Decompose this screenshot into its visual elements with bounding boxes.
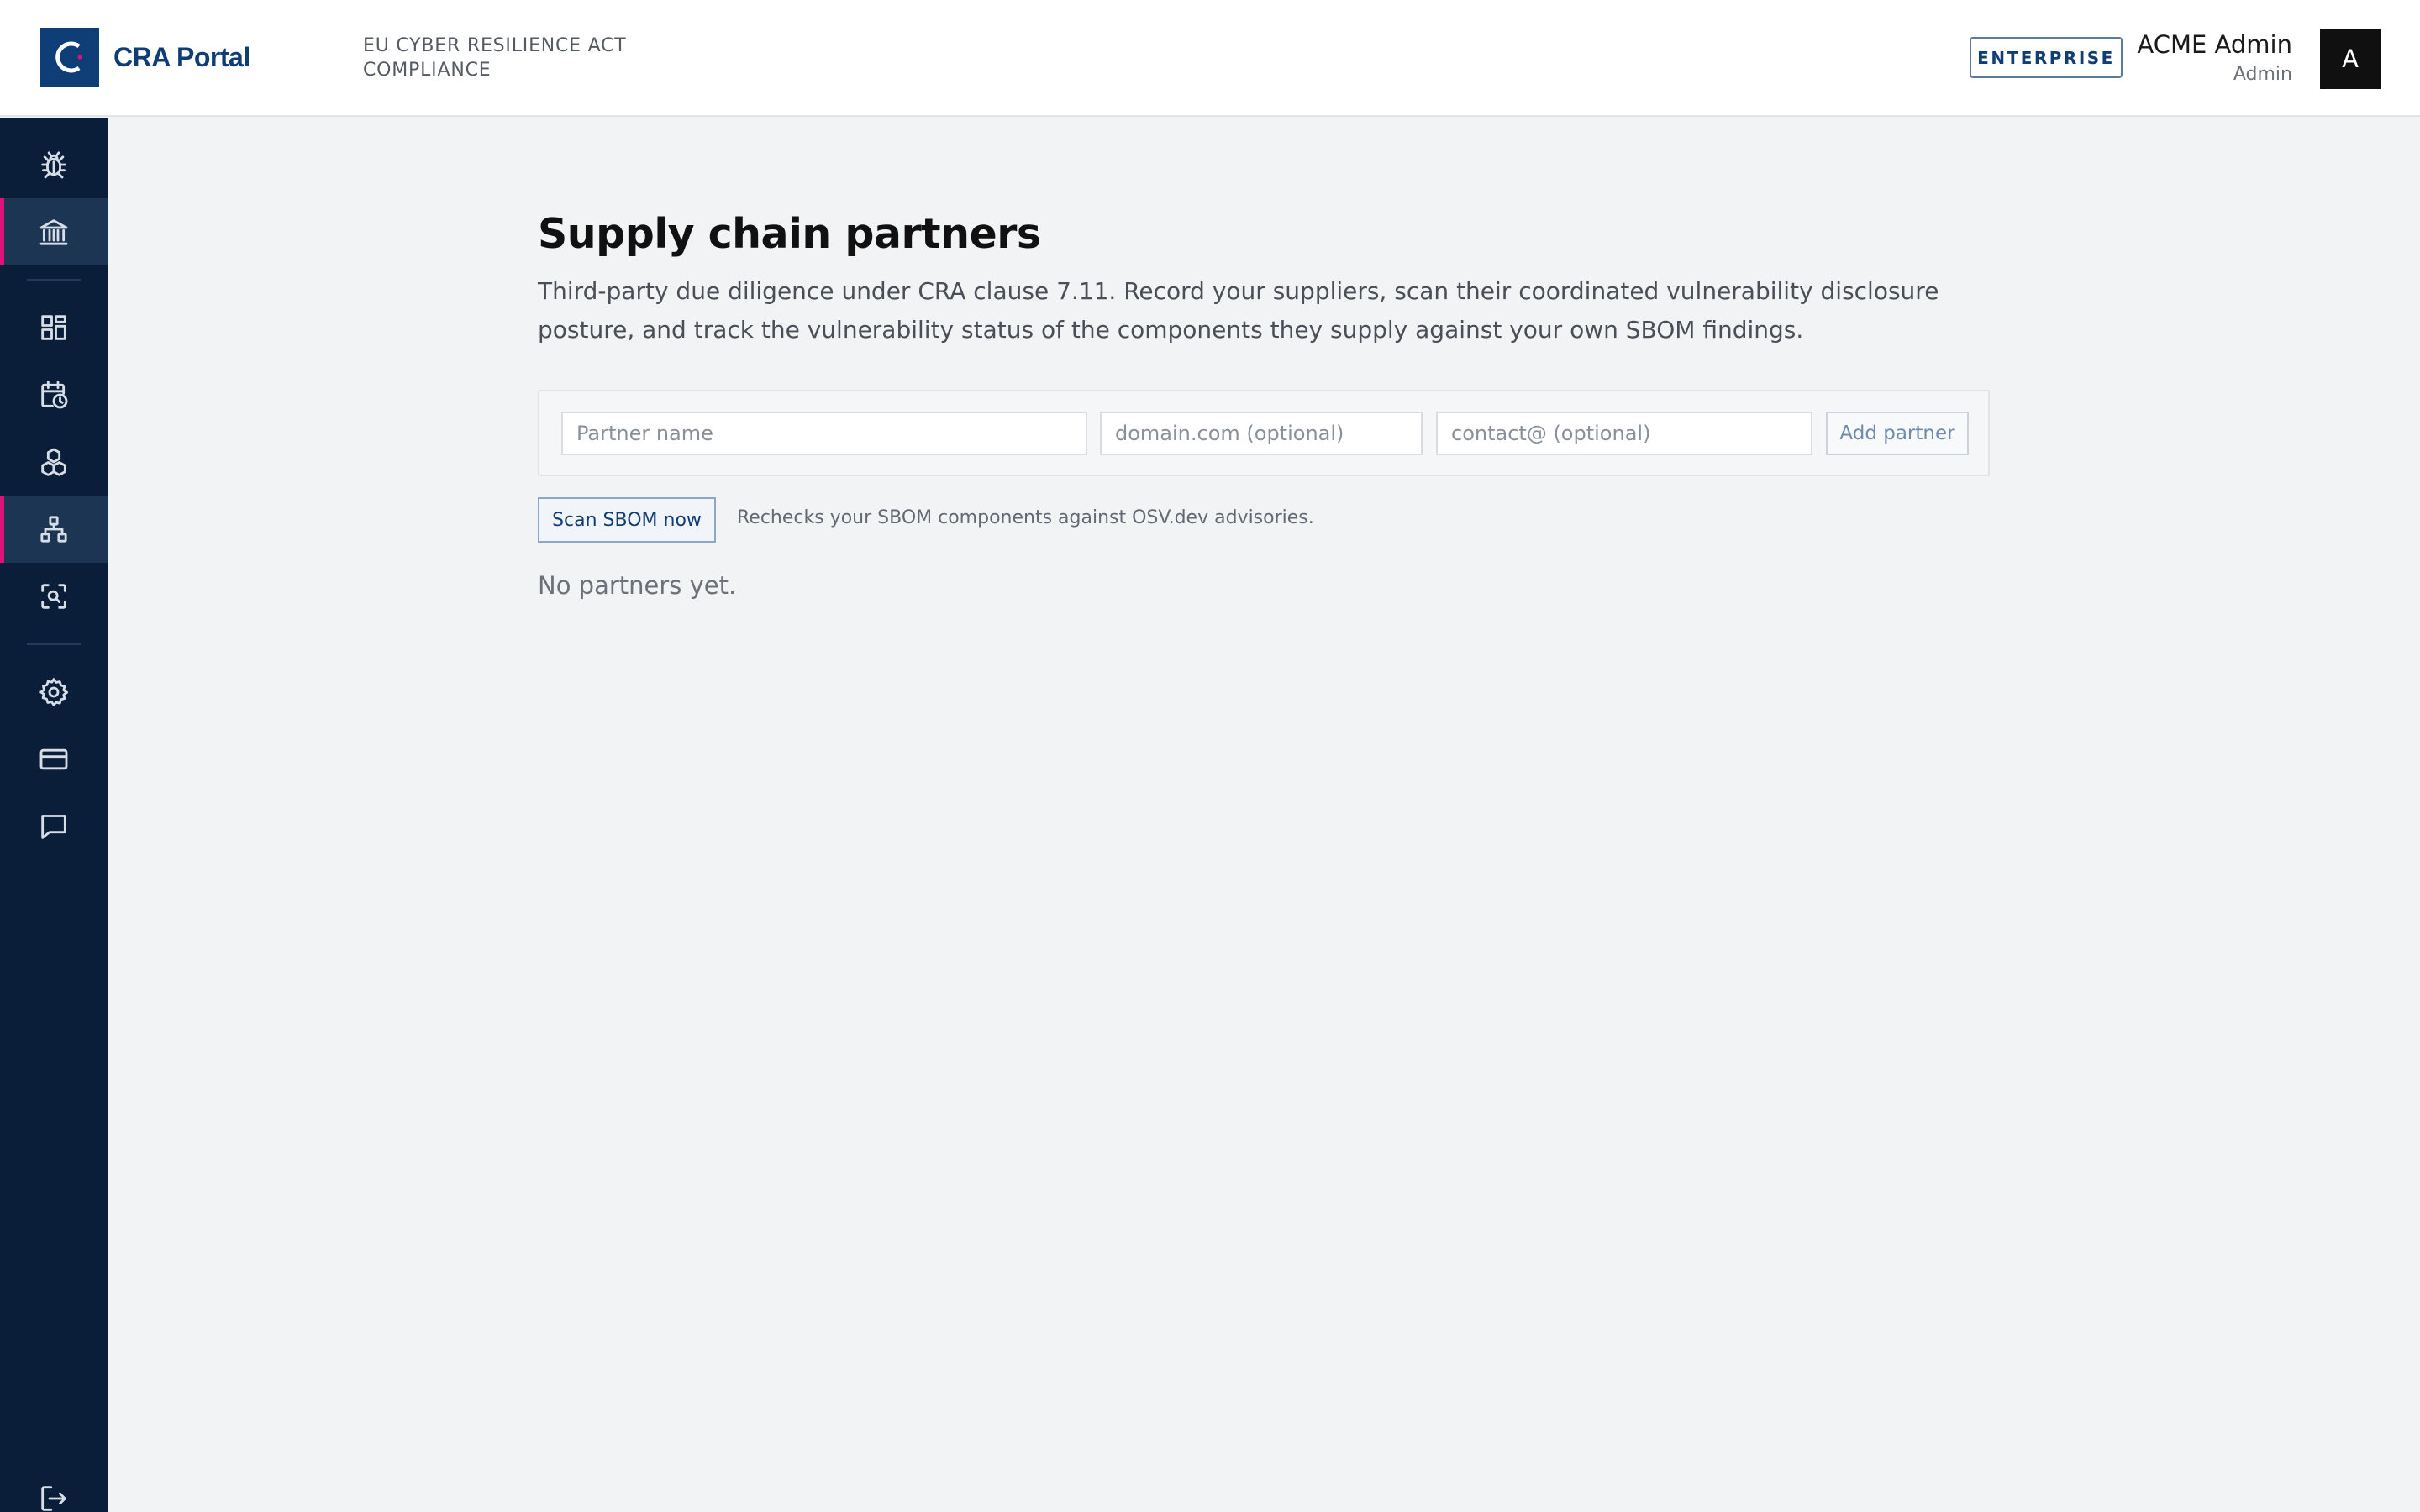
plan-badge: ENTERPRISE xyxy=(1970,37,2123,78)
hierarchy-icon xyxy=(40,516,67,543)
calendar-clock-icon xyxy=(41,381,68,409)
sidebar-item-deadlines[interactable] xyxy=(0,361,108,428)
scan-note: Rechecks your SBOM components against OS… xyxy=(737,507,1314,528)
sidebar xyxy=(0,118,108,1512)
add-partner-button[interactable]: Add partner xyxy=(1826,412,1969,455)
logout-icon xyxy=(41,1486,66,1511)
sidebar-item-dashboard[interactable] xyxy=(0,294,108,361)
page-title: Supply chain partners xyxy=(538,210,1041,258)
chat-icon xyxy=(41,815,66,839)
dashboard-icon xyxy=(41,315,66,340)
top-header: CRA Portal EU CYBER RESILIENCE ACT COMPL… xyxy=(0,0,2420,117)
sidebar-item-products[interactable] xyxy=(0,428,108,496)
scan-search-icon xyxy=(41,584,66,609)
brand-name[interactable]: CRA Portal xyxy=(113,42,250,73)
gear-icon xyxy=(39,678,69,706)
avatar[interactable]: A xyxy=(2320,29,2381,89)
sidebar-item-vulnerabilities[interactable] xyxy=(0,131,108,198)
bank-icon xyxy=(39,219,68,245)
add-partner-form: Add partner xyxy=(538,390,1990,476)
empty-state-message: No partners yet. xyxy=(538,571,737,600)
domain-input[interactable] xyxy=(1100,412,1423,455)
sidebar-item-support[interactable] xyxy=(0,793,108,860)
sidebar-divider xyxy=(27,643,81,645)
contact-input[interactable] xyxy=(1436,412,1812,455)
scan-sbom-button[interactable]: Scan SBOM now xyxy=(538,497,716,543)
user-name[interactable]: ACME Admin xyxy=(2137,30,2292,59)
cubes-icon xyxy=(41,448,66,476)
sidebar-divider xyxy=(27,279,81,281)
logo-c-icon xyxy=(55,41,82,73)
bug-icon xyxy=(41,151,66,179)
sidebar-item-logout[interactable] xyxy=(0,1465,108,1512)
sidebar-item-settings[interactable] xyxy=(0,659,108,726)
sidebar-item-supply-chain[interactable] xyxy=(0,496,108,563)
cra-logo[interactable] xyxy=(40,28,99,87)
partner-name-input[interactable] xyxy=(561,412,1087,455)
user-role: Admin xyxy=(2233,64,2292,85)
credit-card-icon xyxy=(39,748,68,770)
brand-tagline: EU CYBER RESILIENCE ACT COMPLIANCE xyxy=(363,35,627,81)
sidebar-item-billing[interactable] xyxy=(0,726,108,793)
sidebar-item-scanner[interactable] xyxy=(0,563,108,630)
page-description: Third-party due diligence under CRA clau… xyxy=(538,277,1939,344)
sidebar-item-compliance[interactable] xyxy=(0,198,108,265)
